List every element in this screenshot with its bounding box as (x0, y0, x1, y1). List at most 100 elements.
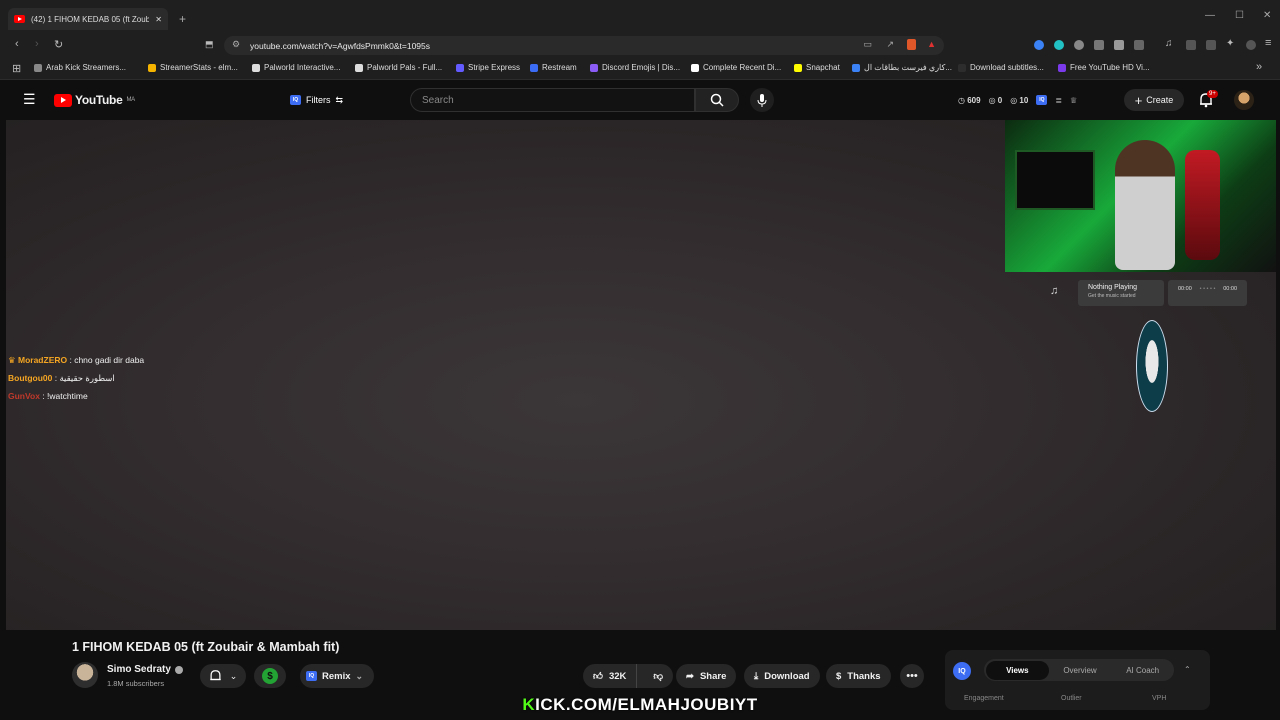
apps-icon[interactable]: ⊞ (12, 62, 21, 75)
create-label: Create (1146, 95, 1174, 105)
youtube-logo-text: YouTube (75, 93, 123, 107)
bookmark-item[interactable]: Palworld Pals - Full... (355, 63, 442, 72)
channel-avatar[interactable] (72, 662, 98, 688)
search-input[interactable]: Search (410, 88, 695, 112)
account-avatar[interactable] (1234, 90, 1254, 110)
url-bar[interactable]: ⚙ youtube.com/watch?v=AgwfdsPmmk0&t=1095… (224, 36, 944, 55)
bookmark-item[interactable]: StreamerStats - elm... (148, 63, 238, 72)
bookmark-item[interactable]: Stripe Express (456, 63, 520, 72)
country-code: MA (126, 97, 135, 103)
install-icon[interactable]: ▭ (863, 39, 872, 50)
download-button[interactable]: ⤓ Download (744, 664, 820, 688)
now-playing-subtitle: Get the music started (1088, 293, 1136, 299)
share-icon: ➦ (686, 670, 694, 682)
vidiq-logo-icon[interactable]: IQ (953, 662, 971, 680)
bookmark-item[interactable]: Arab Kick Streamers... (34, 63, 126, 72)
extension-icon[interactable] (1054, 40, 1064, 50)
thumbs-down-icon: 👎︎ (653, 671, 664, 682)
crown-icon: ♛ (8, 355, 16, 365)
youtube-logo[interactable]: YouTube MA (54, 93, 135, 107)
remix-button[interactable]: IQ Remix ⌄ (300, 664, 374, 688)
tab-close-icon[interactable]: ✕ (155, 15, 162, 24)
new-tab-icon[interactable]: + (179, 12, 186, 26)
share-page-icon[interactable]: ↗ (886, 39, 894, 50)
bookmark-item[interactable]: Snapchat (794, 63, 840, 72)
bookmark-item[interactable]: Discord Emojis | Dis... (590, 63, 680, 72)
trophy-icon[interactable]: ♕ (1070, 96, 1077, 105)
dislike-button[interactable]: 👎︎ (643, 670, 673, 682)
music-time-end: 00:00 (1223, 286, 1237, 292)
more-actions-button[interactable]: ••• (900, 664, 924, 688)
minimize-icon[interactable]: — (1205, 10, 1215, 21)
brave-rewards-icon[interactable]: ▲ (927, 39, 936, 49)
maximize-icon[interactable]: ☐ (1235, 10, 1244, 21)
bookmark-label: Palworld Pals - Full... (367, 63, 443, 72)
media-icon[interactable]: ♫ (1165, 38, 1173, 49)
channel-name[interactable]: Simo Sedraty (107, 664, 183, 675)
kick-rest: ICK.COM/ELMAHJOUBIYT (535, 695, 758, 714)
tab-views[interactable]: Views (986, 660, 1049, 680)
bookmark-item[interactable]: Complete Recent Di... (691, 63, 781, 72)
back-icon[interactable]: ‹ (15, 38, 19, 50)
dollar-icon: $ (262, 668, 278, 684)
like-count: 32K (608, 670, 627, 682)
search-button[interactable] (695, 88, 739, 112)
like-button[interactable]: 👍︎ 32K (583, 664, 638, 688)
reload-icon[interactable]: ↻ (54, 38, 63, 51)
now-playing-widget: Nothing Playing Get the music started (1078, 280, 1164, 306)
bookmark-label: كاري فيرست بطاقات ال... (864, 63, 952, 72)
bookmark-icon[interactable]: ⬒ (205, 39, 214, 50)
menu-icon[interactable]: ≡ (1265, 37, 1271, 49)
brave-shield-icon[interactable] (907, 39, 916, 50)
extension-icon[interactable] (1074, 40, 1084, 50)
list-icon[interactable]: ≣ (1055, 96, 1062, 105)
puzzle-icon[interactable] (1114, 40, 1124, 50)
filters-label: Filters (306, 95, 331, 105)
vidiq-tabs: Views Overview AI Coach (984, 659, 1174, 681)
sidebar-icon[interactable] (1186, 40, 1196, 50)
bookmark-label: Discord Emojis | Dis... (602, 63, 681, 72)
tab-ai-coach[interactable]: AI Coach (1111, 666, 1174, 675)
bookmark-item[interactable]: Download subtitles... (958, 63, 1044, 72)
tab-title: (42) 1 FIHOM KEDAB 05 (ft Zoubi (31, 14, 150, 24)
more-bookmarks-icon[interactable]: » (1256, 61, 1262, 73)
collapse-icon[interactable]: ⌃ (1184, 665, 1191, 674)
bookmark-favicon-icon (958, 63, 966, 72)
chat-message: Boutgou00 : اسطورة حقيقية (8, 373, 115, 384)
bookmark-item[interactable]: كاري فيرست بطاقات ال... (852, 63, 952, 72)
wallet-icon[interactable] (1206, 40, 1216, 50)
tab-overview[interactable]: Overview (1049, 666, 1112, 675)
bookmark-label: Complete Recent Di... (703, 63, 782, 72)
plus-icon: + (1134, 92, 1143, 108)
bookmark-item[interactable]: Free YouTube HD Vi... (1058, 63, 1150, 72)
create-button[interactable]: + Create (1124, 89, 1184, 111)
voice-search-button[interactable] (750, 88, 774, 112)
bookmark-item[interactable]: Restream (530, 63, 577, 72)
subscribed-bell-button[interactable]: ⌄ (200, 664, 246, 688)
extension-icon[interactable] (1034, 40, 1044, 50)
thanks-button[interactable]: $ Thanks (826, 664, 891, 688)
video-title: 1 FIHOM KEDAB 05 (ft Zoubair & Mambah fi… (72, 640, 340, 654)
extension-icon[interactable] (1094, 40, 1104, 50)
site-info-icon[interactable]: ⚙ (232, 39, 240, 50)
vidiq-icon[interactable]: IQ (1036, 95, 1048, 105)
forward-icon[interactable]: › (35, 38, 39, 50)
bookmark-label: Download subtitles... (970, 63, 1044, 72)
share-button[interactable]: ➦ Share (676, 664, 737, 688)
filters-button[interactable]: IQ Filters ⇆ (290, 91, 343, 109)
more-dots-icon: ••• (906, 670, 918, 682)
likes-stat: ◎ 0 (988, 95, 1003, 105)
hamburger-menu-icon[interactable]: ☰ (23, 91, 36, 108)
bookmark-item[interactable]: Palworld Interactive... (252, 63, 340, 72)
leo-icon[interactable]: ✦ (1226, 38, 1234, 49)
download-icon: ⤓ (754, 670, 759, 682)
window-close-icon[interactable]: ✕ (1263, 10, 1271, 21)
url-text: youtube.com/watch?v=AgwfdsPmmk0&t=1095s (250, 40, 431, 51)
youtube-play-icon (54, 93, 72, 107)
browser-tab[interactable]: (42) 1 FIHOM KEDAB 05 (ft Zoubi ✕ (8, 8, 168, 30)
vpn-icon[interactable] (1246, 40, 1256, 50)
thumbs-up-icon: 👍︎ (593, 671, 603, 682)
extension-icon[interactable] (1134, 40, 1144, 50)
super-thanks-dollar-button[interactable]: $ (254, 664, 286, 688)
chat-username: GunVox (8, 391, 40, 401)
